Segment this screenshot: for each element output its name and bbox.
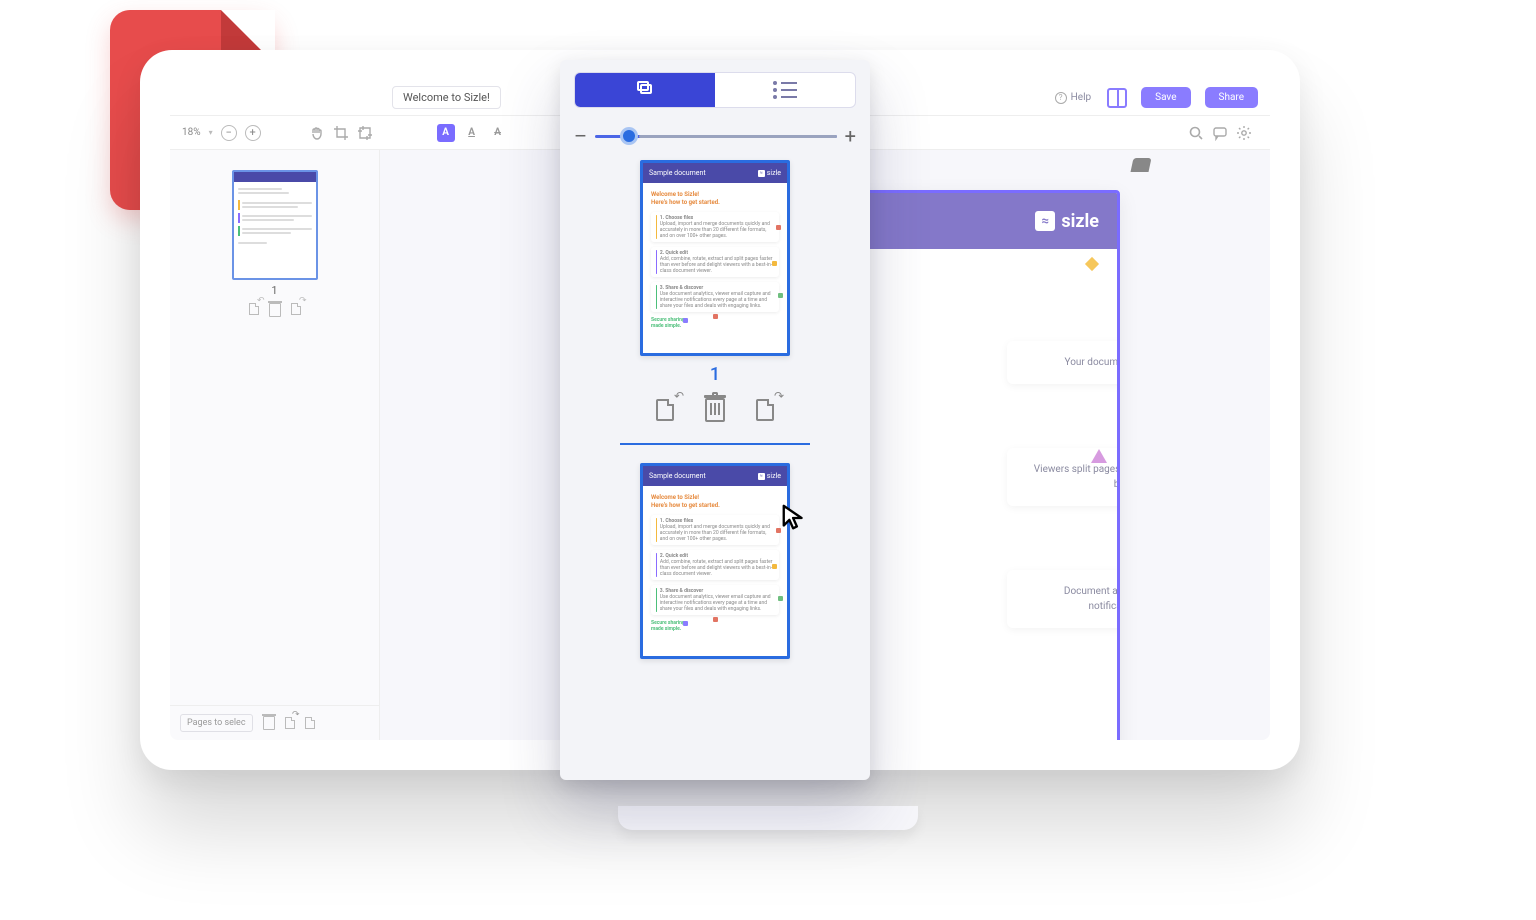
settings-gear-icon[interactable]: [1236, 125, 1252, 141]
rotate-left-icon[interactable]: ↶: [249, 303, 259, 317]
text-strike-tool[interactable]: A: [489, 124, 507, 142]
slider-thumb[interactable]: [620, 127, 638, 145]
brand-logo: ≈ sizle: [1035, 211, 1099, 232]
footer-rotate-icon[interactable]: ↷: [285, 717, 295, 729]
page-thumbnail-1[interactable]: [232, 170, 318, 280]
panel-page-thumb-1[interactable]: Sample document ≈sizle Welcome to Sizle!…: [640, 160, 790, 356]
footer-page-icon[interactable]: [305, 717, 315, 729]
list-view-tab[interactable]: [715, 73, 855, 107]
panel-page-number: 1: [710, 364, 720, 385]
book-icon[interactable]: [1107, 88, 1127, 108]
footer-delete-icon[interactable]: [263, 716, 275, 730]
hand-tool-icon[interactable]: [309, 125, 325, 141]
help-label: Help: [1071, 92, 1091, 103]
slider-decrease-icon[interactable]: –: [574, 126, 587, 146]
zoom-in-button[interactable]: +: [245, 125, 261, 141]
slider-track[interactable]: [595, 135, 837, 138]
slider-increase-icon[interactable]: +: [845, 126, 856, 146]
thumbnail-grid-icon: [635, 82, 655, 98]
zoom-percent[interactable]: 18%: [182, 127, 201, 138]
laptop-base-notch: [618, 806, 918, 830]
sidebar-footer: Pages to selec ↷: [170, 705, 379, 740]
zoom-out-button[interactable]: −: [221, 125, 237, 141]
brand-logo-mark: ≈: [1035, 211, 1055, 231]
rotate-right-icon[interactable]: ↷: [291, 303, 301, 317]
help-button[interactable]: ? Help: [1047, 88, 1099, 108]
confetti-icon: [1091, 449, 1107, 463]
sidebar-thumbnails: 1 ↶ ↷: [170, 150, 379, 705]
search-icon[interactable]: [1188, 125, 1204, 141]
confetti-icon: [1085, 257, 1099, 271]
drop-insert-indicator: [620, 443, 810, 445]
crop-alt-icon[interactable]: [357, 125, 373, 141]
text-underline-tool[interactable]: A: [463, 124, 481, 142]
crop-tool-icon[interactable]: [333, 125, 349, 141]
chevron-down-icon[interactable]: ▾: [209, 128, 213, 137]
chat-icon[interactable]: [1212, 125, 1228, 141]
list-icon: [773, 81, 797, 99]
share-button[interactable]: Share: [1205, 87, 1258, 108]
document-title-input[interactable]: Welcome to Sizle!: [392, 86, 501, 109]
text-annotation-tool[interactable]: A: [437, 124, 455, 142]
page-number-label: 1: [271, 284, 277, 297]
thumb-header: Sample document ≈sizle: [643, 163, 787, 183]
card-analytics: Document analytics and notifications. Th…: [1023, 584, 1120, 614]
save-button[interactable]: Save: [1141, 87, 1190, 108]
page-thumb-actions: ↶ ↷: [249, 303, 301, 317]
brand-name: sizle: [1061, 211, 1099, 232]
rotate-right-button[interactable]: ↷: [750, 395, 780, 425]
thumbnail-view-tab[interactable]: [575, 73, 715, 107]
pages-sidebar: 1 ↶ ↷ Pages to selec ↷: [170, 150, 380, 740]
card-faster: Viewers split pages faster than before. …: [1023, 462, 1120, 492]
delete-page-button[interactable]: [700, 395, 730, 425]
eraser-icon[interactable]: [1131, 158, 1152, 172]
thumb-header: Sample document ≈sizle: [643, 466, 787, 486]
rotate-left-button[interactable]: ↶: [650, 395, 680, 425]
cursor-icon: [780, 503, 810, 533]
pages-panel-zoom: – + Sample document ≈sizle Welcome to Si…: [560, 60, 870, 780]
delete-page-icon[interactable]: [269, 303, 281, 317]
card-quick: Your documents quickly: [1023, 355, 1120, 370]
thumbnail-size-slider[interactable]: – +: [574, 126, 856, 146]
panel-view-tabs: [574, 72, 856, 108]
panel-page-actions: ↶ ↷: [650, 395, 780, 425]
pages-to-select[interactable]: Pages to selec: [180, 714, 253, 732]
panel-page-thumb-drag[interactable]: Sample document ≈sizle Welcome to Sizle!…: [640, 463, 790, 659]
help-icon: ?: [1055, 92, 1067, 104]
